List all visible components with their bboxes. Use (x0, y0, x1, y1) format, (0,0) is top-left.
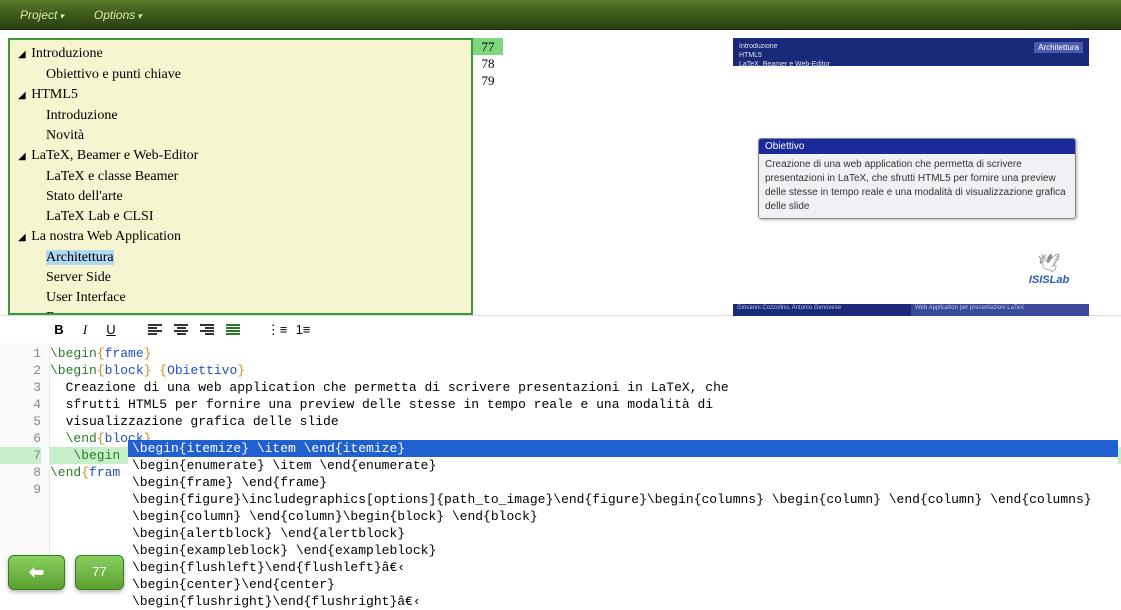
slide-number[interactable]: 78 (473, 55, 503, 72)
menu-options[interactable]: Options▾ (94, 8, 142, 22)
align-justify-button[interactable] (224, 321, 242, 339)
outline-item[interactable]: ◢ Introduzione (18, 44, 463, 65)
autocomplete-item[interactable]: \begin{alertblock} \end{alertblock} (128, 525, 1118, 542)
block-body: Creazione di una web application che per… (759, 154, 1075, 218)
autocomplete-item[interactable]: \begin{flushleft}\end{flushleft}â€‹ (128, 559, 1118, 576)
slide-preview-area: IntroduzioneHTML5LaTeX, Beamer e Web-Edi… (503, 30, 1121, 315)
autocomplete-item[interactable]: \begin{column} \end{column}\begin{block}… (128, 508, 1118, 525)
autocomplete-item[interactable]: \begin{exampleblock} \end{exampleblock} (128, 542, 1118, 559)
outline-item[interactable]: ◢ La nostra Web Application (18, 227, 463, 248)
slide-number[interactable]: 77 (473, 38, 503, 55)
autocomplete-item[interactable]: \begin{center}\end{center} (128, 576, 1118, 593)
autocomplete-item[interactable]: \begin{figure}\includegraphics[options]{… (128, 491, 1118, 508)
autocomplete-item[interactable]: \begin{enumerate} \item \end{enumerate} (128, 457, 1118, 474)
slide-number[interactable]: 79 (473, 72, 503, 89)
menu-project[interactable]: Project▾ (20, 8, 64, 22)
outline-item[interactable]: User Interface (46, 288, 463, 308)
objective-block: Obiettivo Creazione di una web applicati… (758, 138, 1076, 219)
align-right-button[interactable] (198, 321, 216, 339)
autocomplete-popup[interactable]: \begin{itemize} \item \end{itemize}\begi… (128, 440, 1118, 610)
align-center-button[interactable] (172, 321, 190, 339)
outline-item[interactable]: Stato dell'arte (46, 187, 463, 207)
outline-item[interactable]: Obiettivo e punti chiave (46, 65, 463, 85)
outline-item[interactable]: Server Side (46, 268, 463, 288)
bold-button[interactable]: B (50, 321, 68, 339)
block-title: Obiettivo (759, 139, 1075, 154)
back-button[interactable]: ⬅ (8, 555, 65, 590)
ordered-list-button[interactable]: 1≡ (294, 321, 312, 339)
slide-footer: Giovanni Cozzolino, Antonio Genovese Web… (733, 304, 1089, 316)
slide-header: IntroduzioneHTML5LaTeX, Beamer e Web-Edi… (733, 38, 1089, 66)
bird-icon: 🕊 (1014, 253, 1084, 274)
autocomplete-item[interactable]: \begin{itemize} \item \end{itemize} (128, 440, 1118, 457)
outline-item[interactable]: Demo (46, 308, 463, 315)
outline-panel: ◢ IntroduzioneObiettivo e punti chiave◢ … (8, 38, 473, 315)
top-menu-bar: Project▾ Options▾ (0, 0, 1121, 30)
outline-item[interactable]: LaTeX Lab e CLSI (46, 207, 463, 227)
outline-item[interactable]: LaTeX e classe Beamer (46, 167, 463, 187)
outline-item[interactable]: Architettura (46, 248, 463, 268)
page-number-button[interactable]: 77 (75, 555, 123, 590)
align-left-button[interactable] (146, 321, 164, 339)
outline-item[interactable]: ◢ LaTeX, Beamer e Web-Editor (18, 146, 463, 167)
outline-item[interactable]: Introduzione (46, 106, 463, 126)
underline-button[interactable]: U (102, 321, 120, 339)
breadcrumb-current: Architettura (1034, 42, 1083, 53)
editor-toolbar: B I U ⋮≡ 1≡ (0, 315, 1121, 343)
outline-item[interactable]: Novità (46, 126, 463, 146)
outline-item[interactable]: ◢ HTML5 (18, 85, 463, 106)
slide-number-list: 777879 (473, 30, 503, 315)
italic-button[interactable]: I (76, 321, 94, 339)
unordered-list-button[interactable]: ⋮≡ (268, 321, 286, 339)
logo: 🕊 ISISLab (1014, 253, 1084, 286)
autocomplete-item[interactable]: \begin{frame} \end{frame} (128, 474, 1118, 491)
autocomplete-item[interactable]: \begin{flushright}\end{flushright}â€‹ (128, 593, 1118, 610)
